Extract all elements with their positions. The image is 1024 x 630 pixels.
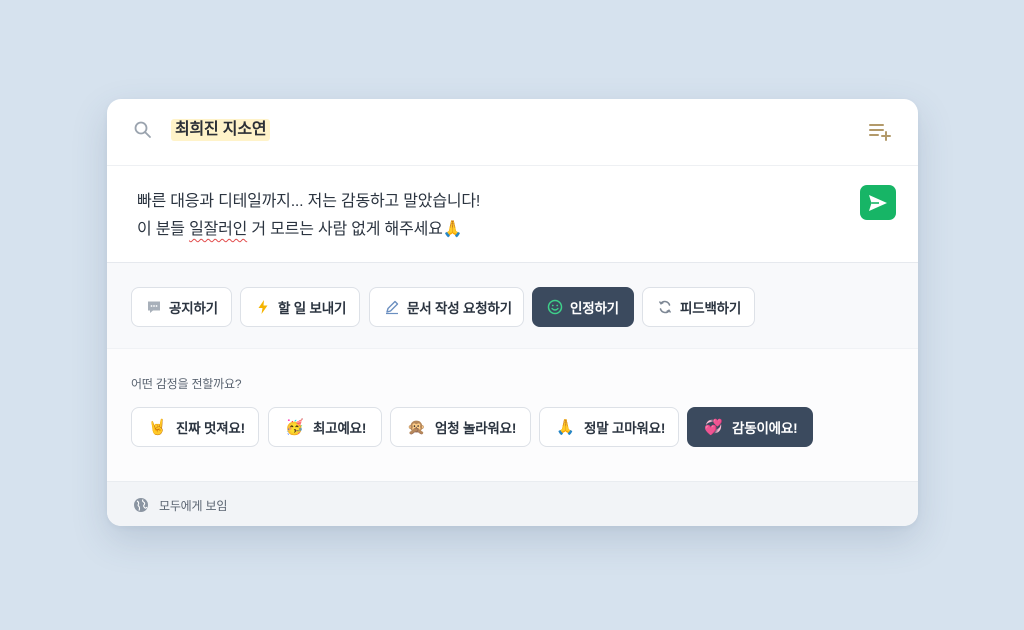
message-line-2: 이 분들 일잘러인 거 모르는 사람 없게 해주세요🙏 (137, 215, 837, 243)
emotion-label: 엄청 놀라워요! (435, 421, 517, 436)
monkey-emoji: 🙊 (407, 418, 426, 436)
hearts-emoji: 💞 (704, 418, 723, 436)
type-document-request-button[interactable]: 문서 작성 요청하기 (369, 287, 524, 327)
globe-icon (134, 498, 148, 512)
type-todo-button[interactable]: 할 일 보내기 (240, 287, 360, 327)
emotion-option[interactable]: 🙏 정말 고마워요! (539, 407, 679, 447)
visibility-footer[interactable]: 모두에게 보임 (107, 481, 918, 526)
type-label: 문서 작성 요청하기 (407, 301, 512, 316)
type-label: 인정하기 (570, 301, 619, 316)
message-input[interactable]: 빠른 대응과 디테일까지... 저는 감동하고 말았습니다! 이 분들 일잘러인… (137, 188, 837, 243)
send-button[interactable] (860, 185, 896, 220)
type-recognize-button[interactable]: 인정하기 (532, 287, 634, 327)
selected-recipients[interactable]: 최희진 지소연 (171, 119, 271, 141)
rock-hand-emoji: 🤘 (148, 418, 167, 436)
emotion-label: 최고예요! (313, 421, 367, 436)
pray-emoji: 🙏 (442, 219, 463, 238)
emotion-question: 어떤 감정을 전할까요? (131, 377, 242, 391)
pray-emoji: 🙏 (556, 418, 575, 436)
compose-card: 최희진 지소연 빠른 대응과 디테일까지... 저는 감동하고 말았습니다! 이… (107, 99, 918, 526)
chat-bubble-icon (146, 299, 162, 315)
message-text: 이 분들 (137, 221, 190, 238)
emotion-option[interactable]: 🥳 최고예요! (268, 407, 382, 447)
type-label: 피드백하기 (680, 301, 742, 316)
sync-icon (657, 299, 673, 315)
type-label: 할 일 보내기 (278, 301, 347, 316)
recipient-bar[interactable]: 최희진 지소연 (107, 99, 918, 166)
message-text: 거 모르는 사람 없게 해주세요 (247, 221, 443, 238)
emotion-section: 어떤 감정을 전할까요? 🤘 진짜 멋져요! 🥳 최고예요! 🙊 엄청 놀라워요… (107, 348, 918, 481)
emotion-label: 진짜 멋져요! (176, 421, 245, 436)
misspelled-word: 일잘러인 (189, 221, 248, 238)
message-type-bar: 공지하기 할 일 보내기 문서 작성 요청하기 인정하기 피드백하기 (107, 262, 918, 348)
visibility-label: 모두에게 보임 (159, 499, 228, 513)
search-icon[interactable] (133, 120, 153, 140)
emotion-option-selected[interactable]: 💞 감동이에요! (687, 407, 813, 447)
emotion-label: 정말 고마워요! (584, 421, 666, 436)
send-icon (869, 194, 887, 211)
type-feedback-button[interactable]: 피드백하기 (642, 287, 755, 327)
message-line-1: 빠른 대응과 디테일까지... 저는 감동하고 말았습니다! (137, 193, 481, 210)
emotion-label: 감동이에요! (732, 421, 798, 436)
smile-icon (547, 299, 563, 315)
lightning-icon (255, 299, 271, 315)
emotion-option[interactable]: 🤘 진짜 멋져요! (131, 407, 259, 447)
pen-icon (384, 299, 400, 315)
emotion-option[interactable]: 🙊 엄청 놀라워요! (390, 407, 531, 447)
party-face-emoji: 🥳 (285, 418, 304, 436)
type-notice-button[interactable]: 공지하기 (131, 287, 232, 327)
playlist-add-icon[interactable] (867, 121, 893, 143)
type-label: 공지하기 (169, 301, 218, 316)
